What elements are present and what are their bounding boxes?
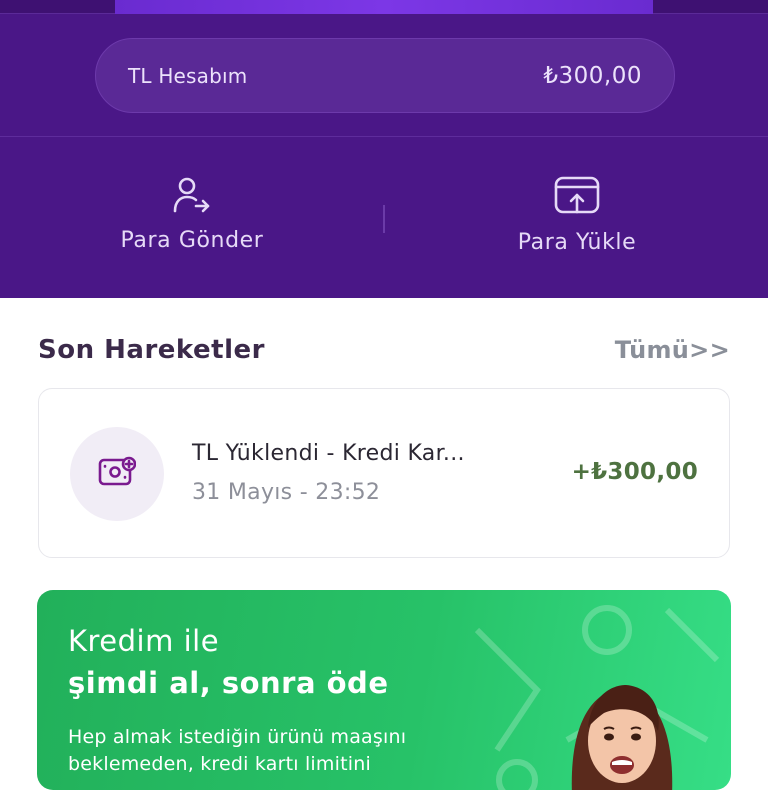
account-header: TL Hesabım ₺300,00 Para Gönder Para Yükl… <box>0 0 768 298</box>
actions-divider <box>383 205 385 233</box>
promo-subtitle: şimdi al, sonra öde <box>68 666 389 700</box>
transaction-icon-badge <box>70 427 164 521</box>
transaction-title: TL Yüklendi - Kredi Kar... <box>192 441 465 466</box>
card-preview-fragment[interactable] <box>115 0 653 14</box>
transaction-amount: +₺300,00 <box>571 459 698 485</box>
send-money-button[interactable]: Para Gönder <box>42 176 342 266</box>
promo-description: Hep almak istediğin ürünü maaşını beklem… <box>68 726 407 775</box>
account-label: TL Hesabım <box>128 63 248 88</box>
account-balance: ₺300,00 <box>543 62 642 89</box>
promo-woman-illustration <box>571 685 673 790</box>
see-all-link[interactable]: Tümü>> <box>615 336 730 364</box>
load-money-label: Para Yükle <box>517 230 637 255</box>
header-divider <box>0 136 768 137</box>
section-title: Son Hareketler <box>38 335 265 365</box>
account-balance-pill[interactable]: TL Hesabım ₺300,00 <box>95 38 675 113</box>
credit-promo-banner[interactable]: Kredim ile şimdi al, sonra öde Hep almak… <box>37 590 731 790</box>
user-send-icon <box>172 176 212 214</box>
promo-title: Kredim ile <box>68 624 220 658</box>
header-top-strip <box>0 0 768 14</box>
load-money-button[interactable]: Para Yükle <box>427 176 727 266</box>
transaction-row[interactable]: TL Yüklendi - Kredi Kar... 31 Mayıs - 23… <box>38 388 730 558</box>
money-add-icon <box>98 456 137 492</box>
recent-transactions-header: Son Hareketler Tümü>> <box>38 330 730 370</box>
transaction-date: 31 Mayıs - 23:52 <box>192 480 381 505</box>
send-money-label: Para Gönder <box>120 228 264 253</box>
upload-card-icon <box>554 176 600 216</box>
